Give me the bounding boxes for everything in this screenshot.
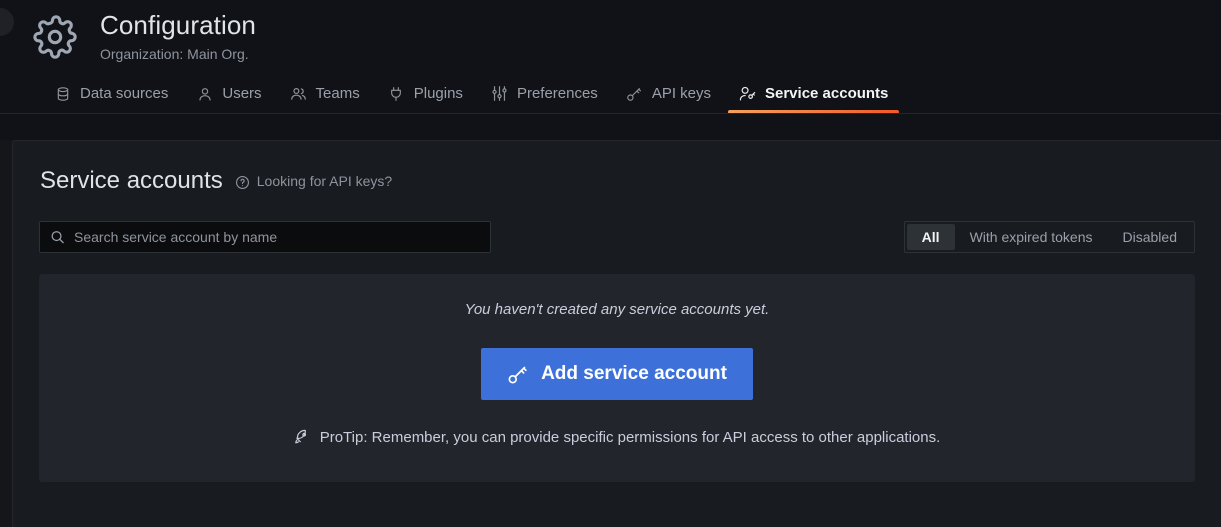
search-input[interactable] <box>39 221 491 253</box>
tab-label: API keys <box>652 85 711 102</box>
filter-radio-group: All With expired tokens Disabled <box>904 221 1195 253</box>
question-circle-icon <box>235 175 250 190</box>
tab-label: Plugins <box>414 85 463 102</box>
key-icon <box>507 364 528 385</box>
tab-plugins[interactable]: Plugins <box>374 85 477 114</box>
tab-teams[interactable]: Teams <box>276 85 374 114</box>
tab-label: Preferences <box>517 85 598 102</box>
tab-label: Service accounts <box>765 85 888 102</box>
filter-option-disabled[interactable]: Disabled <box>1108 224 1192 250</box>
gear-icon <box>28 10 82 64</box>
header-text: Configuration Organization: Main Org. <box>100 10 256 64</box>
tab-users[interactable]: Users <box>182 85 275 114</box>
empty-state-message: You haven't created any service accounts… <box>465 299 770 321</box>
page-header: Configuration Organization: Main Org. Da… <box>0 0 1221 140</box>
tab-label: Data sources <box>80 85 168 102</box>
plug-icon <box>388 85 405 102</box>
filter-option-with-expired-tokens[interactable]: With expired tokens <box>955 224 1108 250</box>
add-service-account-label: Add service account <box>541 363 727 385</box>
tab-data-sources[interactable]: Data sources <box>40 85 182 114</box>
sliders-icon <box>491 85 508 102</box>
section-title-row: Service accounts Looking for API keys? <box>39 167 1195 195</box>
add-service-account-button[interactable]: Add service account <box>481 348 753 400</box>
toolbar: All With expired tokens Disabled <box>39 221 1195 253</box>
tab-label: Users <box>222 85 261 102</box>
protip: ProTip: Remember, you can provide specif… <box>294 429 941 446</box>
page-title: Configuration <box>100 10 256 40</box>
filter-option-all[interactable]: All <box>907 224 955 250</box>
organization-subtitle: Organization: Main Org. <box>100 44 256 64</box>
looking-for-api-keys-label: Looking for API keys? <box>257 173 392 189</box>
users-group-icon <box>290 85 307 102</box>
protip-text: ProTip: Remember, you can provide specif… <box>320 429 941 446</box>
tab-label: Teams <box>316 85 360 102</box>
header-top: Configuration Organization: Main Org. <box>0 0 1221 64</box>
user-icon <box>196 85 213 102</box>
content-panel: Service accounts Looking for API keys? <box>12 140 1221 527</box>
section-title: Service accounts <box>40 167 223 195</box>
database-icon <box>54 85 71 102</box>
empty-state-card: You haven't created any service accounts… <box>39 274 1195 482</box>
tab-api-keys[interactable]: API keys <box>612 85 725 114</box>
search-box <box>39 221 491 253</box>
nav-tabs: Data sources Users Teams <box>0 76 1221 114</box>
tab-preferences[interactable]: Preferences <box>477 85 612 114</box>
looking-for-api-keys-link[interactable]: Looking for API keys? <box>235 173 392 189</box>
key-icon <box>626 85 643 102</box>
rocket-icon <box>294 429 311 446</box>
user-key-icon <box>739 85 756 102</box>
tab-service-accounts[interactable]: Service accounts <box>725 85 902 114</box>
